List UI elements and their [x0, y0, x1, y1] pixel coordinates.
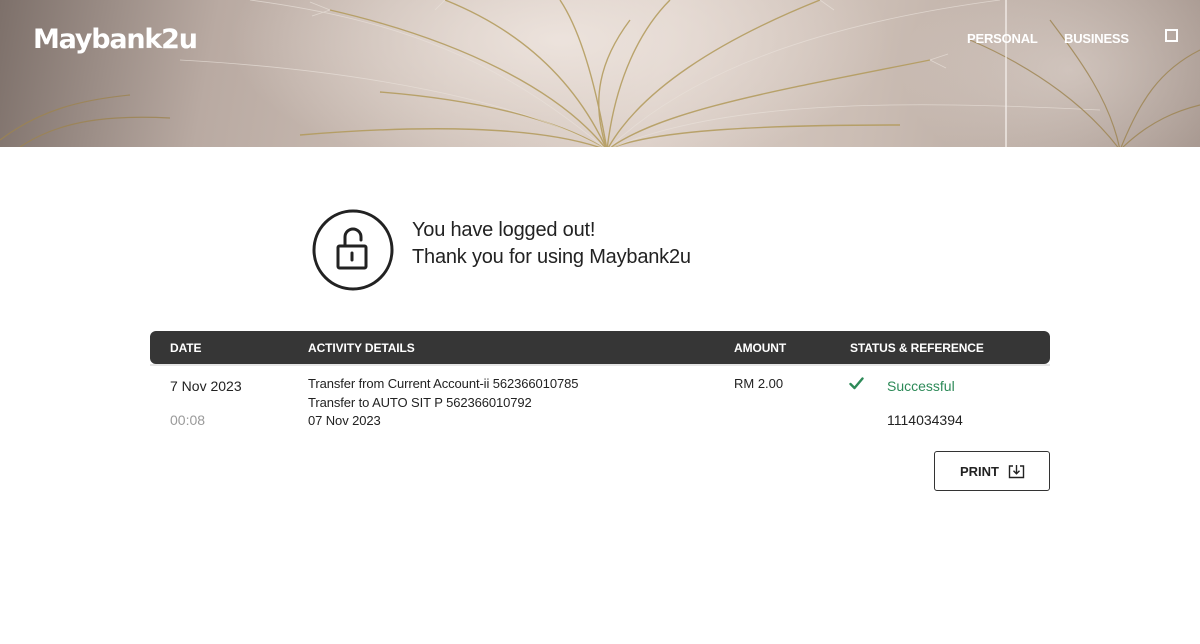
status-badge: Successful: [887, 378, 955, 394]
nav-personal-link[interactable]: PERSONAL: [967, 31, 1038, 46]
checkmark-icon: [849, 377, 864, 390]
column-header-status-reference: STATUS & REFERENCE: [850, 341, 984, 355]
header-banner: Maybank2u PERSONAL BUSINESS: [0, 0, 1200, 147]
maybank2u-logo[interactable]: Maybank2u: [33, 24, 198, 55]
dandelion-background-image: [0, 0, 1200, 147]
thank-you-message: Thank you for using Maybank2u: [412, 246, 691, 268]
activity-table-header: DATE ACTIVITY DETAILS AMOUNT STATUS & RE…: [150, 331, 1050, 364]
unlocked-padlock-icon: [312, 209, 394, 291]
transaction-time: 00:08: [170, 412, 206, 428]
reference-number: 1114034394: [887, 412, 963, 428]
column-header-date: DATE: [170, 341, 202, 355]
print-button[interactable]: PRINT: [934, 451, 1050, 491]
transaction-amount: RM 2.00: [734, 376, 784, 391]
activity-date: 07 Nov 2023: [308, 413, 381, 428]
table-divider: [150, 364, 1050, 366]
nav-business-link[interactable]: BUSINESS: [1064, 31, 1129, 46]
activity-to-account: Transfer to AUTO SIT P 562366010792: [308, 395, 532, 410]
column-header-amount: AMOUNT: [734, 341, 787, 355]
activity-from-account: Transfer from Current Account-ii 5623660…: [308, 376, 579, 391]
logout-heading: You have logged out!: [412, 219, 596, 241]
transaction-date: 7 Nov 2023: [170, 378, 242, 394]
print-button-label: PRINT: [960, 464, 999, 479]
download-tray-icon: [1008, 465, 1025, 479]
menu-square-icon[interactable]: [1165, 29, 1178, 42]
column-header-activity-details: ACTIVITY DETAILS: [308, 341, 415, 355]
